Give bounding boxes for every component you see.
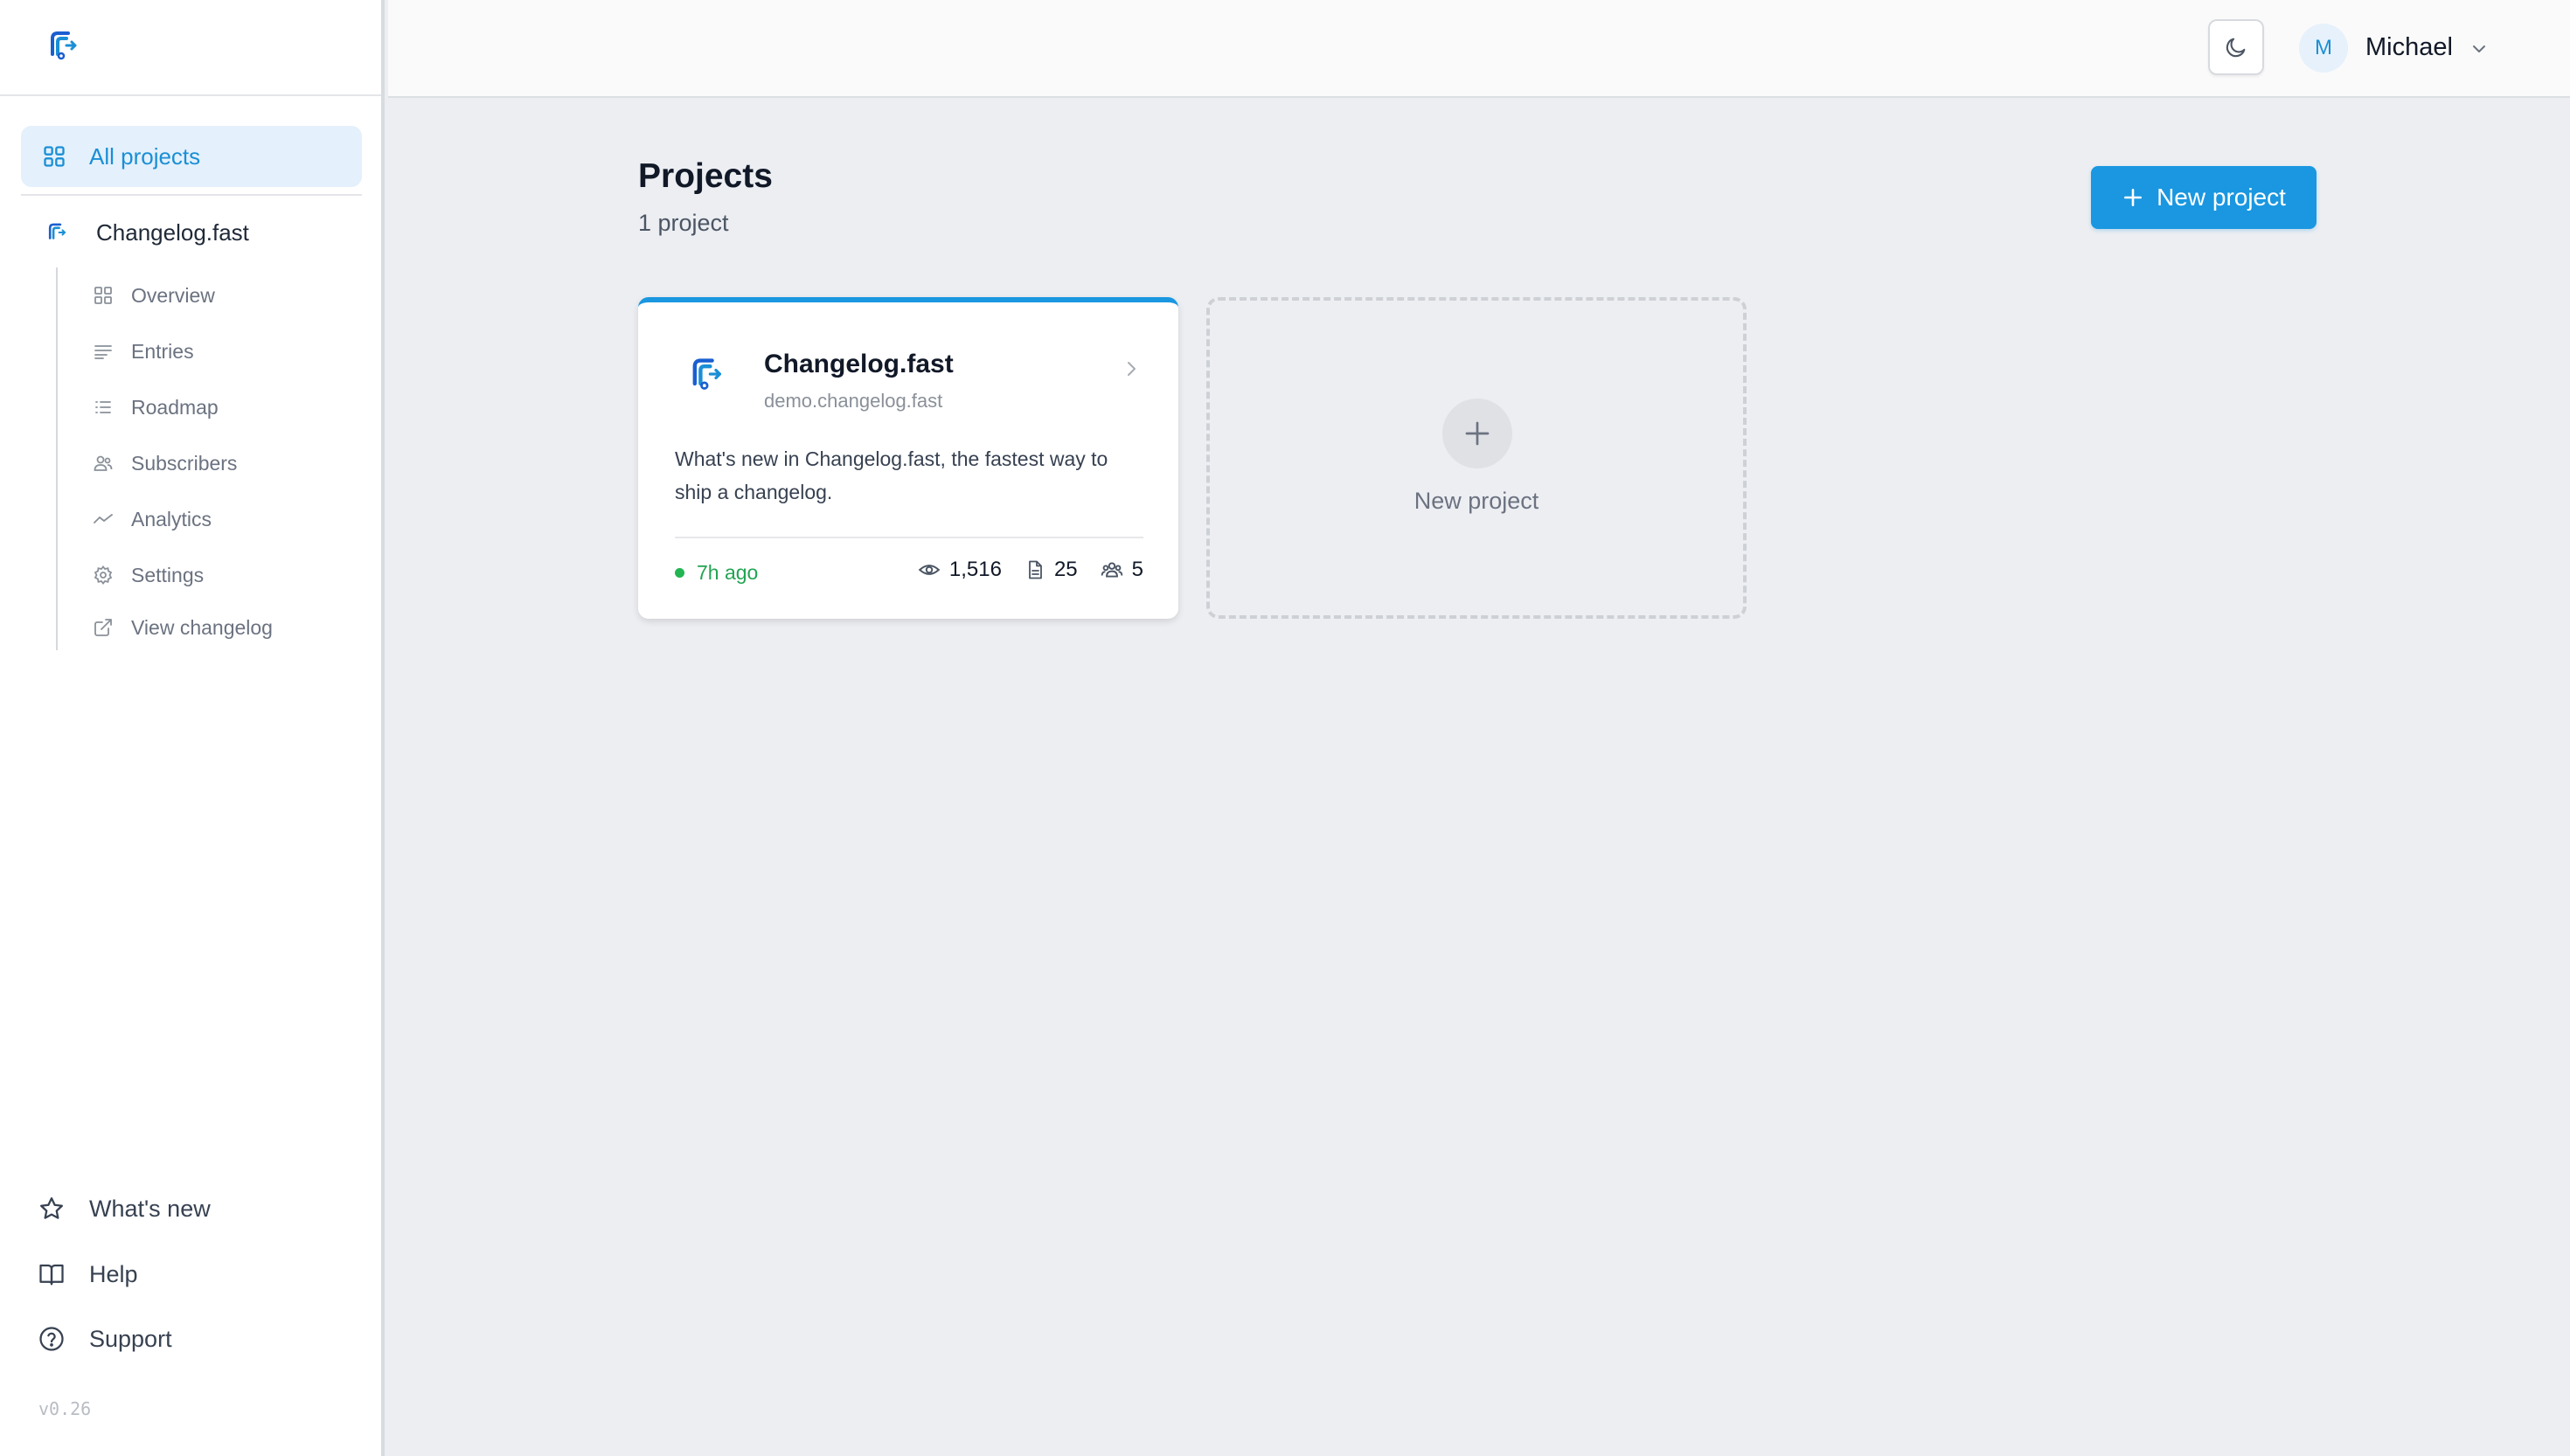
stat-entries: 25: [1025, 558, 1078, 582]
new-project-card-label: New project: [1414, 488, 1539, 514]
changelog-logo-icon: [687, 355, 726, 398]
chevron-down-icon[interactable]: [2469, 38, 2490, 64]
sidebar-item-label: What's new: [89, 1195, 211, 1222]
list-icon: [95, 401, 111, 413]
sidebar-divider: [21, 194, 362, 196]
sidebar: All projects Changelog.fast Overview Ent…: [0, 0, 385, 1456]
sidebar-item-label: Roadmap: [131, 395, 219, 419]
grid-icon: [44, 146, 65, 167]
new-project-card[interactable]: New project: [1206, 297, 1747, 619]
new-project-button[interactable]: New project: [2091, 166, 2316, 229]
theme-toggle-button[interactable]: [2208, 19, 2264, 75]
sidebar-project-changelog-fast[interactable]: Changelog.fast: [45, 213, 249, 252]
user-name[interactable]: Michael: [2365, 33, 2453, 62]
sidebar-item-all-projects[interactable]: All projects: [21, 126, 362, 187]
sidebar-item-label: Entries: [131, 339, 194, 363]
changelog-logo-icon[interactable]: [45, 28, 80, 67]
project-card-changelog-fast[interactable]: Changelog.fast demo.changelog.fast What'…: [638, 297, 1178, 619]
plus-icon: [1442, 399, 1512, 468]
book-icon: [39, 1264, 64, 1286]
trend-icon: [94, 514, 113, 523]
sidebar-logo-area: [0, 0, 381, 96]
sidebar-item-label: Support: [89, 1325, 172, 1352]
project-description: What's new in Changelog.fast, the fastes…: [675, 447, 1108, 503]
changelog-logo-icon: [48, 223, 66, 239]
lines-icon: [94, 345, 112, 359]
sidebar-item-label: View changelog: [131, 615, 273, 639]
project-count: 1 project: [638, 210, 729, 236]
entries-count: 25: [1053, 558, 1078, 581]
grid-icon: [94, 287, 112, 304]
sidebar-item-overview[interactable]: Overview: [93, 278, 215, 313]
page-title: Projects: [638, 157, 773, 195]
avatar[interactable]: M: [2299, 24, 2348, 73]
app-version: v0.26: [38, 1398, 92, 1419]
sidebar-item-label: All projects: [89, 142, 201, 170]
stat-views: 1,516: [918, 558, 1002, 582]
users-icon: [94, 455, 113, 471]
sidebar-item-label: Settings: [131, 563, 205, 586]
project-name: Changelog.fast: [764, 350, 954, 378]
sidebar-item-entries[interactable]: Entries: [93, 334, 194, 369]
sidebar-item-help[interactable]: Help: [38, 1255, 138, 1293]
eye-icon: [918, 565, 941, 575]
star-icon: [40, 1197, 63, 1219]
sidebar-item-label: Analytics: [131, 507, 212, 530]
sidebar-item-roadmap[interactable]: Roadmap: [93, 390, 219, 425]
project-updated-text: 7h ago: [697, 561, 759, 584]
sidebar-item-support[interactable]: Support: [38, 1320, 172, 1358]
external-link-icon: [94, 619, 112, 636]
project-domain: demo.changelog.fast: [764, 390, 943, 412]
sidebar-item-label: Help: [89, 1260, 138, 1287]
document-icon: [1029, 560, 1042, 579]
project-subnav: Overview Entries Roadmap Subscribers Ana…: [56, 267, 371, 650]
status-dot: [675, 568, 684, 578]
sidebar-item-analytics[interactable]: Analytics: [93, 502, 212, 537]
sidebar-project-label: Changelog.fast: [96, 218, 249, 246]
project-stats: 1,516 25 5: [895, 558, 1143, 582]
app-root: All projects Changelog.fast Overview Ent…: [0, 0, 2570, 1456]
sidebar-item-whats-new[interactable]: What's new: [38, 1189, 211, 1228]
project-updated: 7h ago: [675, 561, 758, 585]
sidebar-item-subscribers[interactable]: Subscribers: [93, 446, 237, 481]
plus-icon: [2124, 189, 2143, 206]
gear-icon: [94, 565, 113, 585]
help-circle-icon: [39, 1327, 64, 1351]
subscribers-count: 5: [1131, 558, 1143, 581]
sidebar-item-view-changelog[interactable]: View changelog: [93, 610, 273, 645]
sidebar-item-label: Overview: [131, 283, 215, 307]
moon-icon: [2226, 38, 2246, 58]
card-divider: [675, 537, 1143, 538]
sidebar-item-label: Subscribers: [131, 451, 238, 475]
sidebar-item-settings[interactable]: Settings: [93, 558, 204, 593]
new-project-button-label: New project: [2157, 184, 2286, 211]
stat-subscribers: 5: [1101, 558, 1143, 582]
views-count: 1,516: [948, 558, 1002, 581]
chevron-right-icon: [1121, 358, 1142, 384]
users-icon: [1101, 562, 1122, 578]
